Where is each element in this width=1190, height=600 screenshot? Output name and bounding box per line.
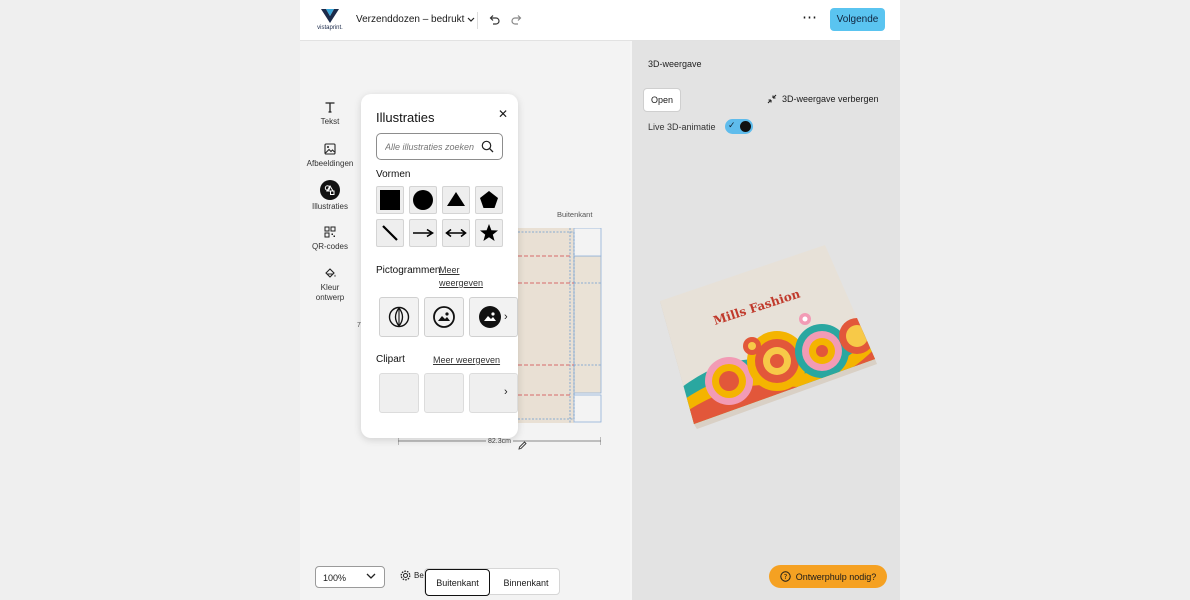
mountain-photo-icon bbox=[433, 306, 455, 328]
clipart-section-title: Clipart bbox=[376, 354, 405, 365]
header-divider bbox=[477, 12, 478, 29]
tool-design-color[interactable]: Kleur ontwerp bbox=[302, 264, 358, 303]
editor-app: vistaprint. Verzenddozen – bedrukt ⋯ Vol… bbox=[300, 0, 900, 600]
toggle-knob bbox=[740, 121, 751, 132]
tool-qr-codes-label: QR-codes bbox=[311, 242, 348, 251]
image-icon bbox=[302, 140, 358, 157]
pencil-icon bbox=[518, 441, 527, 450]
triangle-shape-icon bbox=[447, 192, 465, 206]
tool-design-color-label: Kleur ontwerp bbox=[315, 283, 345, 302]
design-help-button[interactable]: ? Ontwerphulp nodig? bbox=[769, 565, 887, 588]
more-options-icon[interactable]: ⋯ bbox=[802, 10, 818, 25]
next-button[interactable]: Volgende bbox=[830, 8, 885, 31]
3d-view-panel: 3D-weergave Open 3D-weergave verbergen L… bbox=[630, 41, 900, 600]
document-title-dropdown[interactable]: Verzenddozen – bedrukt bbox=[356, 14, 475, 25]
vistaprint-logo[interactable]: vistaprint. bbox=[314, 8, 346, 34]
chevron-down-icon bbox=[366, 573, 376, 579]
canvas-side-label: Buitenkant bbox=[557, 210, 593, 219]
pentagon-shape-icon bbox=[480, 191, 498, 208]
shape-circle[interactable] bbox=[409, 186, 437, 214]
live-3d-toggle[interactable]: ✓ bbox=[725, 119, 753, 134]
zoom-select[interactable]: 100% bbox=[315, 566, 385, 588]
shapes-section-title: Vormen bbox=[376, 169, 411, 180]
clipart-item[interactable] bbox=[379, 373, 419, 413]
gear-icon bbox=[400, 570, 411, 581]
logo-wordmark: vistaprint. bbox=[317, 25, 343, 31]
square-shape-icon bbox=[380, 190, 400, 210]
settings-label: Be bbox=[414, 571, 424, 580]
3d-view-title: 3D-weergave bbox=[648, 59, 702, 69]
chevron-down-icon bbox=[467, 17, 475, 22]
shape-triangle[interactable] bbox=[442, 186, 470, 214]
undo-button[interactable] bbox=[486, 12, 502, 28]
collapse-icon bbox=[767, 94, 777, 104]
edit-dimension-button[interactable] bbox=[518, 437, 527, 455]
pictograms-next-icon[interactable]: › bbox=[504, 311, 508, 323]
document-title: Verzenddozen – bedrukt bbox=[356, 14, 465, 25]
3d-box-preview[interactable]: Mills Fashion bbox=[657, 241, 882, 436]
illustrations-icon bbox=[302, 180, 358, 200]
tool-illustrations-label: Illustraties bbox=[311, 202, 348, 211]
pictogram-2[interactable] bbox=[424, 297, 464, 337]
shape-arrow[interactable] bbox=[409, 219, 437, 247]
redo-icon bbox=[511, 15, 522, 25]
tool-text-label: Tekst bbox=[320, 117, 340, 126]
redo-button[interactable] bbox=[509, 12, 525, 28]
shape-star[interactable] bbox=[475, 219, 503, 247]
close-icon[interactable]: ✕ bbox=[498, 107, 508, 121]
paint-bucket-icon bbox=[302, 264, 358, 281]
side-outside-tab[interactable]: Buitenkant bbox=[425, 569, 490, 596]
tool-qr-codes[interactable]: QR-codes bbox=[302, 223, 358, 252]
double-arrow-shape-icon bbox=[445, 228, 467, 238]
shape-square[interactable] bbox=[376, 186, 404, 214]
design-help-label: Ontwerphulp nodig? bbox=[795, 571, 877, 582]
illustrations-panel: Illustraties ✕ Vormen Pict bbox=[361, 94, 518, 438]
illustrations-search bbox=[376, 133, 503, 160]
clipart-item[interactable] bbox=[424, 373, 464, 413]
clipart-item[interactable] bbox=[469, 373, 518, 413]
hide-3d-button[interactable]: 3D-weergave verbergen bbox=[767, 94, 879, 104]
panel-title: Illustraties bbox=[376, 110, 435, 125]
zoom-value: 100% bbox=[323, 573, 347, 583]
text-icon bbox=[302, 98, 358, 115]
search-icon[interactable] bbox=[481, 140, 494, 153]
undo-icon bbox=[489, 15, 500, 25]
shape-double-arrow[interactable] bbox=[442, 219, 470, 247]
live-3d-label: Live 3D-animatie bbox=[648, 122, 716, 132]
settings-button[interactable]: Be bbox=[400, 570, 424, 581]
pictograms-more-link[interactable]: Meer weergeven bbox=[439, 264, 499, 290]
tool-text[interactable]: Tekst bbox=[302, 98, 358, 127]
line-shape-icon bbox=[382, 225, 398, 241]
side-switcher: Buitenkant Binnenkant bbox=[424, 568, 560, 596]
circle-shape-icon bbox=[413, 190, 433, 210]
open-3d-button[interactable]: Open bbox=[643, 88, 681, 112]
tool-illustrations[interactable]: Illustraties bbox=[302, 180, 358, 212]
top-header: vistaprint. Verzenddozen – bedrukt ⋯ Vol… bbox=[300, 0, 900, 41]
mountain-photo-filled-icon bbox=[478, 306, 501, 328]
pictogram-1[interactable] bbox=[379, 297, 419, 337]
pictograms-section-title: Pictogrammen bbox=[376, 265, 441, 276]
checkmark-icon: ✓ bbox=[728, 120, 736, 130]
qr-code-icon bbox=[302, 223, 358, 240]
pictogram-3[interactable] bbox=[469, 297, 518, 337]
box-dieline-canvas[interactable] bbox=[518, 228, 602, 423]
svg-text:?: ? bbox=[783, 573, 787, 581]
search-input[interactable] bbox=[385, 140, 479, 154]
side-inside-tab[interactable]: Binnenkant bbox=[492, 569, 560, 596]
question-icon: ? bbox=[780, 571, 791, 582]
clipart-more-link[interactable]: Meer weergeven bbox=[433, 354, 500, 367]
width-dimension-value: 82.3cm bbox=[486, 438, 513, 445]
shape-line[interactable] bbox=[376, 219, 404, 247]
star-shape-icon bbox=[480, 224, 498, 241]
clipart-next-icon[interactable]: › bbox=[504, 386, 508, 398]
vistaprint-logo-mark-icon bbox=[321, 9, 339, 23]
leaf-icon bbox=[388, 306, 410, 328]
hide-3d-label: 3D-weergave verbergen bbox=[782, 94, 879, 104]
tool-images-label: Afbeeldingen bbox=[306, 159, 354, 168]
tool-images[interactable]: Afbeeldingen bbox=[302, 140, 358, 169]
arrow-shape-icon bbox=[413, 228, 434, 238]
shape-pentagon[interactable] bbox=[475, 186, 503, 214]
